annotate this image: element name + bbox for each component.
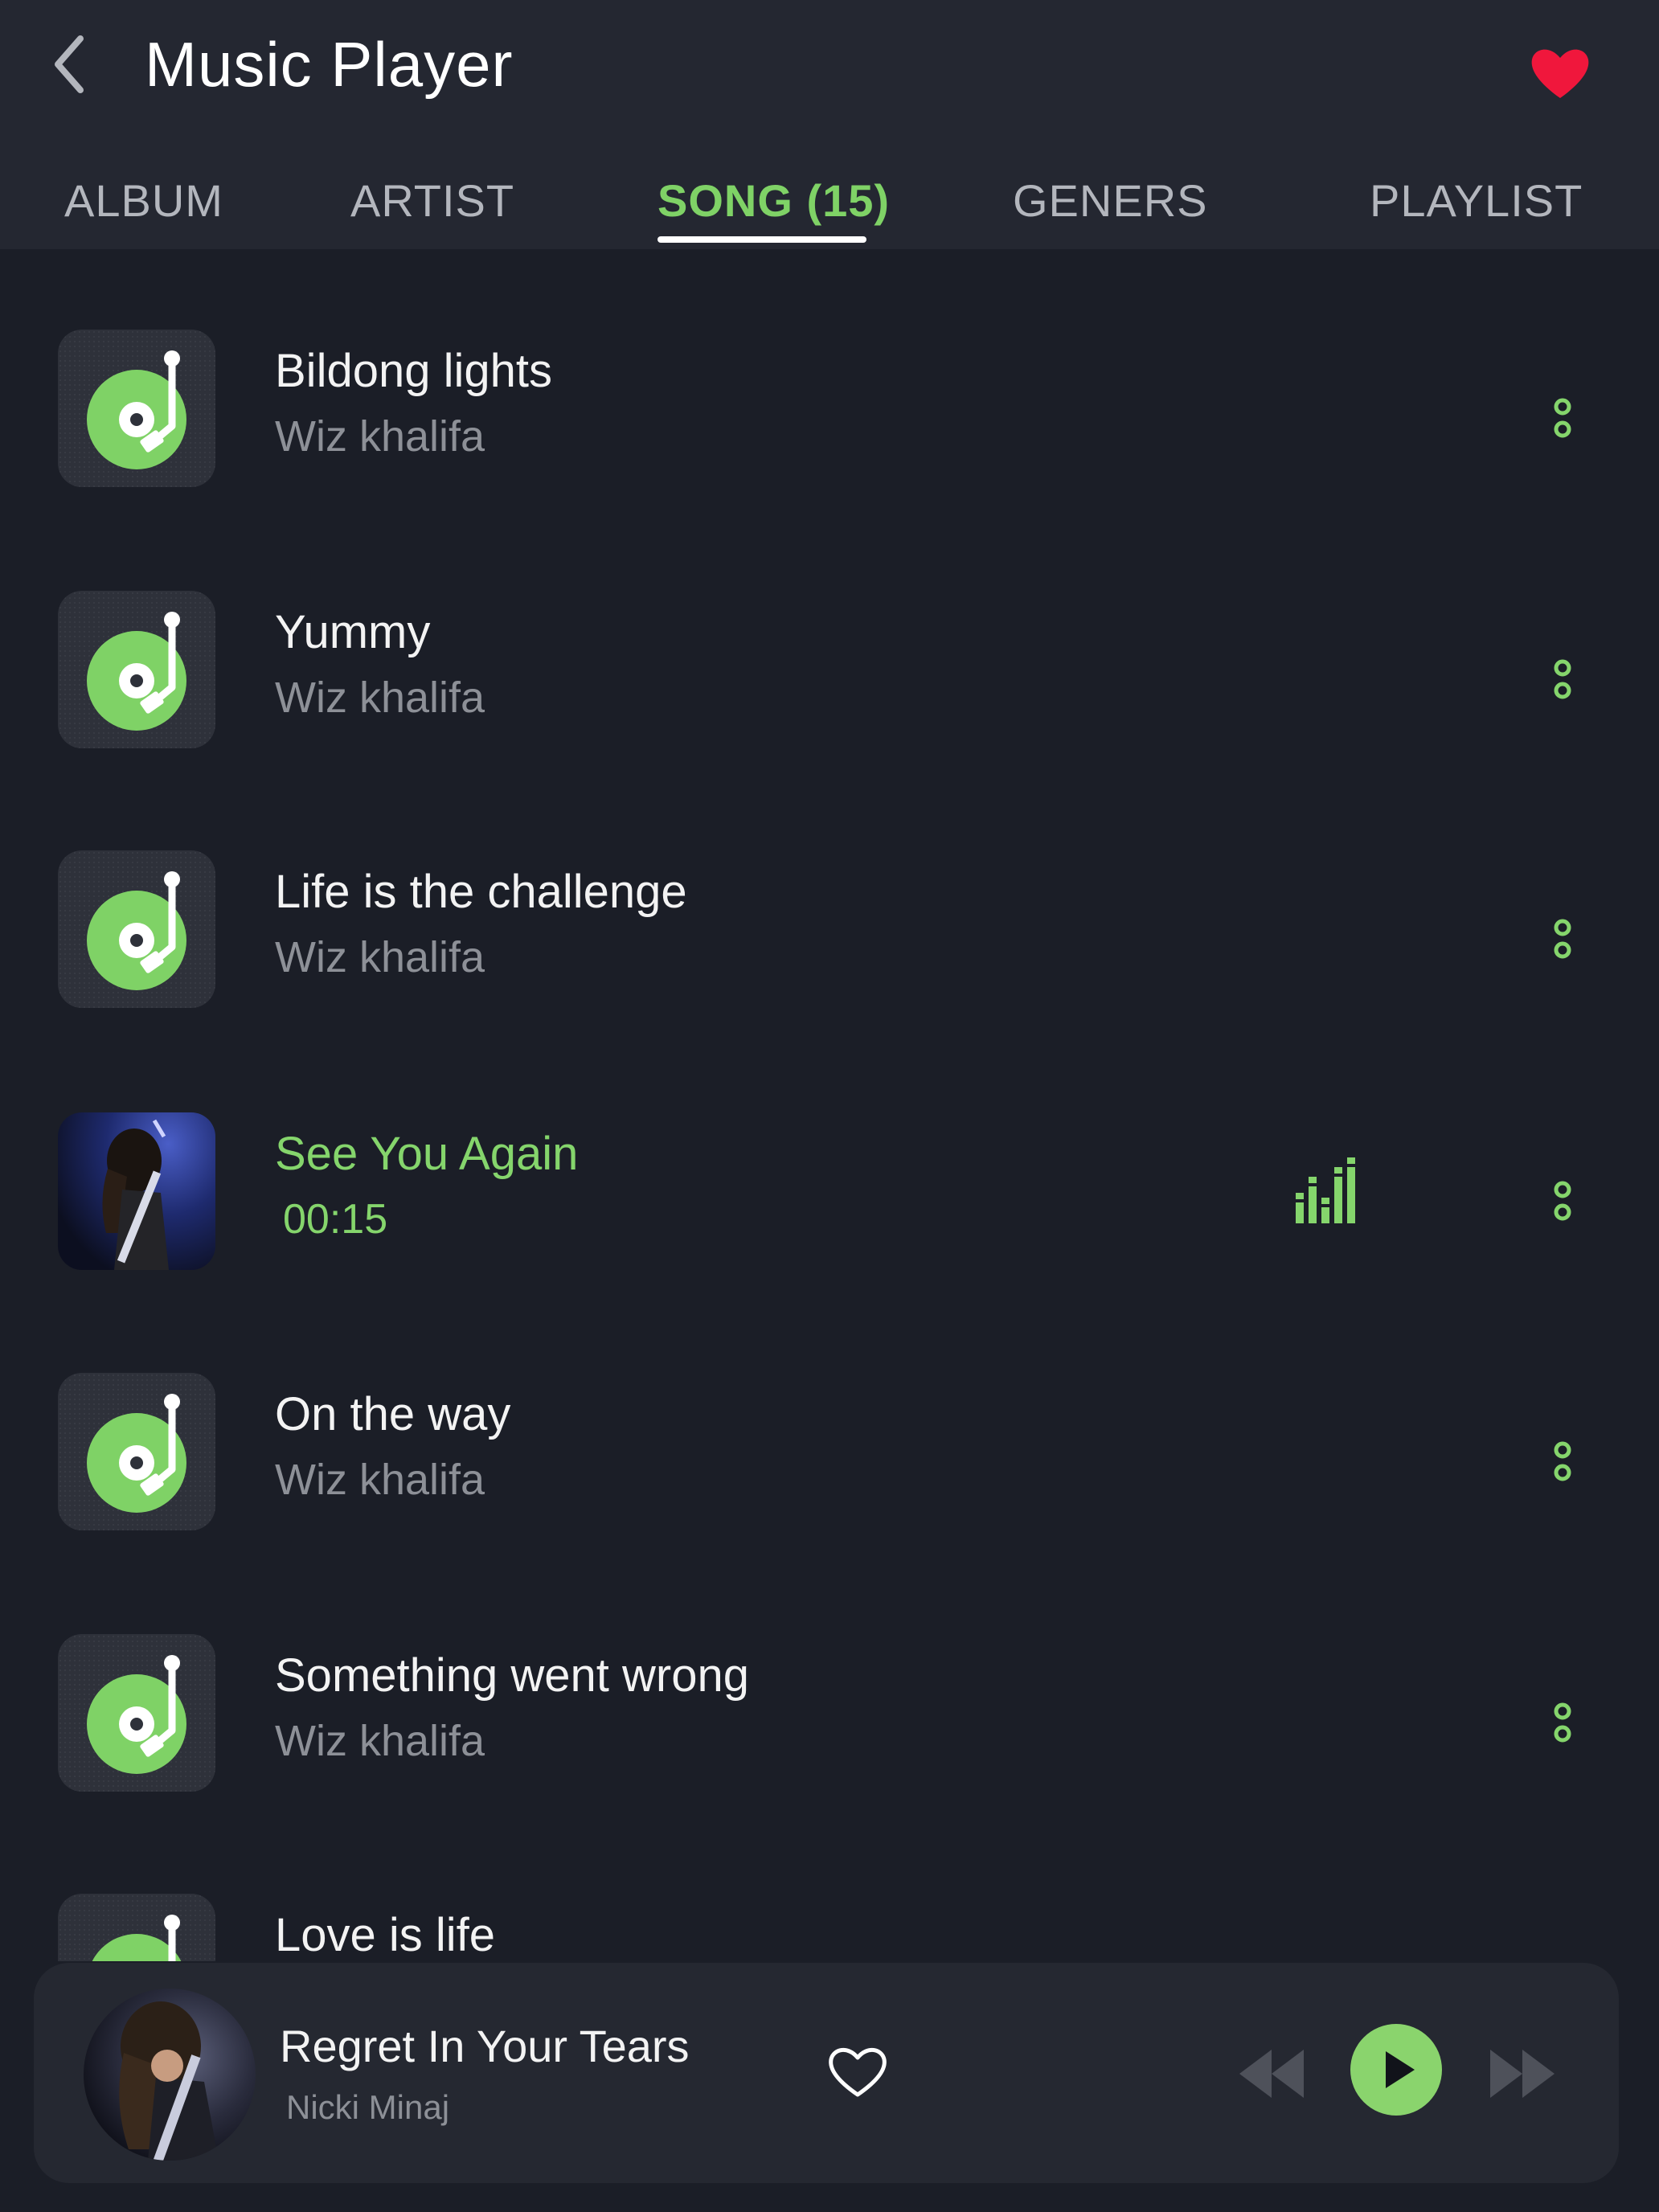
like-button[interactable] xyxy=(821,2035,894,2108)
song-row[interactable]: Love is life xyxy=(0,1813,1659,1961)
now-playing-artist: Nicki Minaj xyxy=(286,2088,450,2126)
more-vertical-icon xyxy=(1554,1181,1571,1221)
song-title: Life is the challenge xyxy=(275,866,687,918)
song-row[interactable]: Life is the challenge Wiz khalifa xyxy=(0,770,1659,1031)
song-art-photo xyxy=(58,1112,215,1270)
tab-geners[interactable]: GENERS xyxy=(1013,169,1208,233)
song-row[interactable]: Yummy Wiz khalifa xyxy=(0,510,1659,772)
back-button[interactable] xyxy=(42,24,106,104)
vinyl-turntable-icon xyxy=(87,350,186,469)
song-artist: Wiz khalifa xyxy=(275,1717,485,1765)
more-vertical-icon xyxy=(1554,659,1571,699)
vinyl-turntable-icon xyxy=(87,1655,186,1774)
song-artist: Wiz khalifa xyxy=(275,1456,485,1504)
song-art xyxy=(58,1894,215,1961)
mini-player[interactable]: Regret In Your Tears Nicki Minaj xyxy=(34,1963,1619,2183)
more-options-button[interactable] xyxy=(1543,1421,1582,1501)
tab-album[interactable]: ALBUM xyxy=(64,169,223,233)
guitarist-photo xyxy=(119,2001,219,2161)
song-artist: Wiz khalifa xyxy=(275,933,485,981)
app-header: Music Player ALBUM ARTIST SONG (15) GENE… xyxy=(0,0,1659,249)
fast-forward-icon xyxy=(1490,2050,1555,2098)
play-icon xyxy=(1386,2051,1415,2088)
song-title: On the way xyxy=(275,1388,511,1440)
song-title: Bildong lights xyxy=(275,345,552,397)
now-playing-title: Regret In Your Tears xyxy=(280,2021,690,2071)
song-title: See You Again xyxy=(275,1128,579,1180)
song-art xyxy=(58,850,215,1008)
page-title: Music Player xyxy=(145,29,514,100)
heart-outline-icon xyxy=(829,2048,887,2097)
vinyl-turntable-icon xyxy=(87,612,186,731)
more-options-button[interactable] xyxy=(1543,378,1582,458)
more-vertical-icon xyxy=(1554,1702,1571,1743)
song-art xyxy=(58,1634,215,1792)
song-row[interactable]: Bildong lights Wiz khalifa xyxy=(0,249,1659,510)
more-options-button[interactable] xyxy=(1543,899,1582,979)
song-row[interactable]: Something went wrong Wiz khalifa xyxy=(0,1554,1659,1815)
more-vertical-icon xyxy=(1554,398,1571,438)
tab-artist[interactable]: ARTIST xyxy=(350,169,514,233)
song-artist: Wiz khalifa xyxy=(275,674,485,722)
more-vertical-icon xyxy=(1554,919,1571,959)
more-options-button[interactable] xyxy=(1543,1161,1582,1241)
guitarist-photo xyxy=(102,1119,169,1270)
tab-song[interactable]: SONG (15) xyxy=(657,169,890,233)
tab-bar: ALBUM ARTIST SONG (15) GENERS PLAYLIST xyxy=(0,153,1659,249)
song-title: Yummy xyxy=(275,606,431,658)
active-tab-indicator xyxy=(657,236,866,243)
heart-icon xyxy=(1531,49,1589,98)
now-playing-art xyxy=(84,1989,256,2161)
more-vertical-icon xyxy=(1554,1441,1571,1481)
equalizer-icon xyxy=(1296,1157,1355,1223)
song-art xyxy=(58,330,215,487)
song-row-now-playing[interactable]: See You Again 00:15 xyxy=(0,1032,1659,1293)
next-button[interactable] xyxy=(1482,2043,1563,2104)
more-options-button[interactable] xyxy=(1543,639,1582,719)
song-row[interactable]: On the way Wiz khalifa xyxy=(0,1292,1659,1554)
vinyl-turntable-icon xyxy=(87,871,186,990)
vinyl-turntable-icon xyxy=(87,1394,186,1513)
rewind-icon xyxy=(1239,2050,1304,2098)
previous-button[interactable] xyxy=(1231,2043,1312,2104)
song-elapsed-time: 00:15 xyxy=(283,1196,388,1243)
chevron-left-icon xyxy=(55,35,84,93)
song-list: Bildong lights Wiz khalifa Yummy Wiz kha… xyxy=(0,249,1659,1961)
favorites-button[interactable] xyxy=(1527,40,1593,106)
play-button[interactable] xyxy=(1350,2024,1442,2116)
song-title: Something went wrong xyxy=(275,1649,749,1702)
song-artist: Wiz khalifa xyxy=(275,412,485,461)
song-art xyxy=(58,1373,215,1530)
more-options-button[interactable] xyxy=(1543,1682,1582,1763)
song-title: Love is life xyxy=(275,1909,496,1961)
song-art xyxy=(58,591,215,748)
vinyl-turntable-icon xyxy=(92,1915,182,1961)
tab-playlist[interactable]: PLAYLIST xyxy=(1370,169,1583,233)
